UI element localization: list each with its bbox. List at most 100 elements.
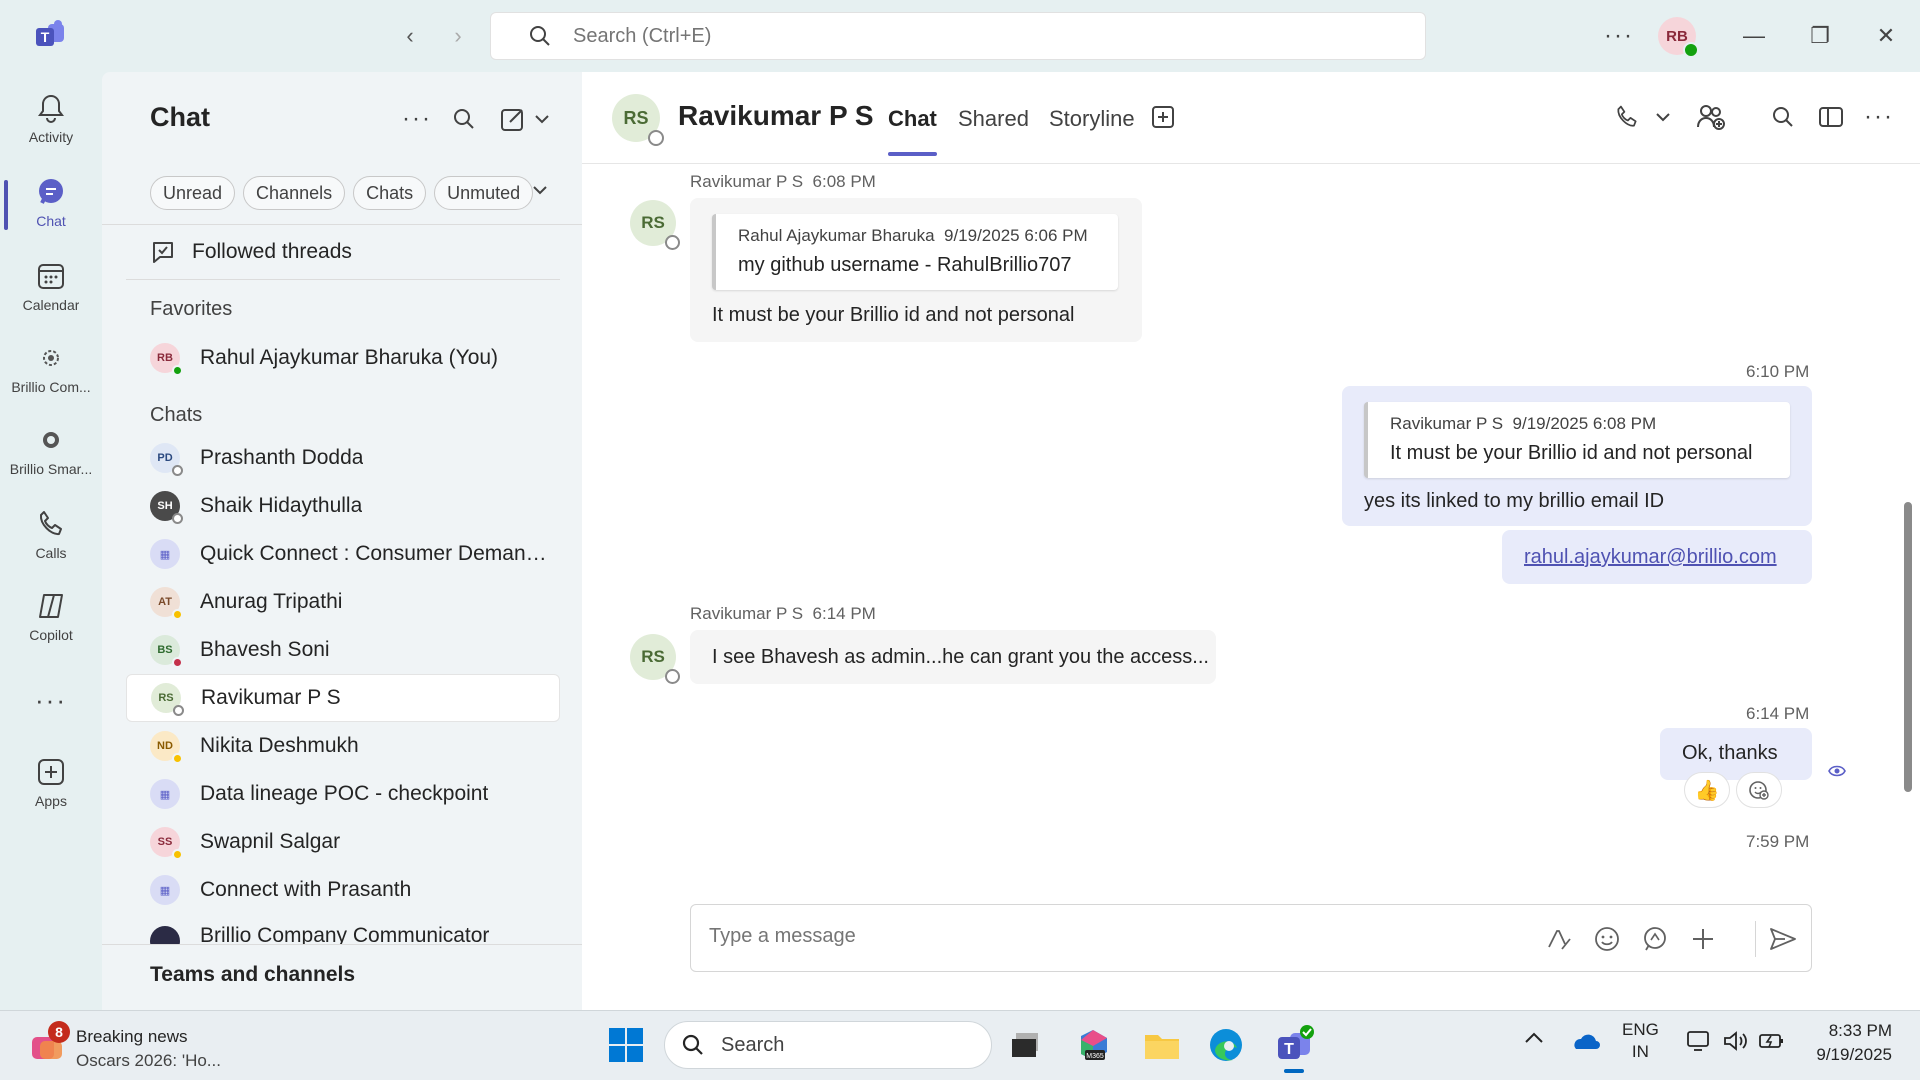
message-input[interactable] [709, 925, 1509, 948]
message-bubble-sent[interactable]: Ok, thanks [1660, 728, 1812, 780]
filter-unmuted[interactable]: Unmuted [434, 176, 534, 210]
email-link[interactable]: rahul.ajaykumar@brillio.com [1524, 546, 1777, 569]
more-options-icon[interactable]: ··· [1862, 100, 1896, 134]
message-bubble[interactable]: I see Bhavesh as admin...he can grant yo… [690, 630, 1216, 684]
chat-item-bhavesh-soni[interactable]: BS Bhavesh Soni [126, 626, 560, 674]
chat-item-prashanth-dodda[interactable]: PD Prashanth Dodda [126, 434, 560, 482]
chat-item-nikita-deshmukh[interactable]: ND Nikita Deshmukh [126, 722, 560, 770]
avatar: SS [150, 827, 183, 860]
format-icon[interactable] [1543, 923, 1575, 955]
quoted-message[interactable]: Ravikumar P S 9/19/2025 6:08 PM It must … [1364, 402, 1790, 478]
system-clock[interactable]: 8:33 PM 9/19/2025 [1792, 1021, 1892, 1065]
volume-icon[interactable] [1722, 1029, 1750, 1058]
contact-avatar[interactable]: RS [612, 94, 664, 146]
battery-icon[interactable] [1758, 1029, 1786, 1058]
favorites-header[interactable]: Favorites [150, 298, 232, 321]
presence-offline-icon [172, 465, 183, 476]
profile-avatar[interactable]: RB [1658, 17, 1699, 58]
bell-icon [34, 91, 68, 125]
add-people-icon[interactable] [1694, 100, 1728, 134]
forward-arrow-icon[interactable]: › [444, 22, 472, 50]
teams-and-channels-section[interactable]: Teams and channels [102, 944, 582, 1010]
sender-avatar[interactable]: RS [630, 200, 680, 250]
chat-item-connect-with-prasanth[interactable]: ▦ Connect with Prasanth [126, 866, 560, 914]
close-icon[interactable]: ✕ [1866, 18, 1906, 54]
settings-more-icon[interactable]: ··· [1604, 22, 1634, 50]
rail-item-activity[interactable]: Activity [0, 78, 102, 158]
teams-logo-icon[interactable]: T [34, 20, 66, 50]
tab-chat[interactable]: Chat [888, 106, 937, 156]
loop-component-icon[interactable] [1639, 923, 1671, 955]
conversation-header: RS Ravikumar P S Chat Shared Storyline ·… [582, 72, 1920, 164]
rail-item-chat[interactable]: Chat [0, 162, 102, 242]
call-options-chevron-down-icon[interactable] [1646, 100, 1680, 134]
message-bubble-sent[interactable]: Ravikumar P S 9/19/2025 6:08 PM It must … [1342, 386, 1812, 526]
teams-taskbar-icon[interactable]: T [1272, 1023, 1316, 1073]
quoted-message[interactable]: Rahul Ajaykumar Bharuka 9/19/2025 6:06 P… [712, 214, 1118, 290]
chevron-down-icon[interactable] [534, 104, 550, 134]
edge-browser-icon[interactable] [1204, 1023, 1248, 1067]
sender-avatar[interactable]: RS [630, 634, 680, 684]
tab-shared[interactable]: Shared [958, 106, 1029, 132]
chat-item-data-lineage-poc[interactable]: ▦ Data lineage POC - checkpoint [126, 770, 560, 818]
thumbs-up-reaction[interactable]: 👍 [1684, 772, 1730, 808]
input-language-indicator[interactable]: ENG IN [1622, 1019, 1659, 1063]
file-explorer-icon[interactable] [1140, 1023, 1184, 1067]
region-code: IN [1631, 1042, 1649, 1061]
pop-out-chat-icon[interactable] [1814, 100, 1848, 134]
rail-item-apps[interactable]: Apps [0, 742, 102, 822]
send-icon[interactable] [1767, 923, 1799, 955]
tab-storyline[interactable]: Storyline [1049, 106, 1135, 132]
filters-chevron-down-icon[interactable] [532, 182, 548, 200]
chat-item-ravikumar-p-s[interactable]: RS Ravikumar P S [126, 674, 560, 722]
add-reaction-icon[interactable] [1736, 772, 1782, 808]
emoji-icon[interactable] [1591, 923, 1623, 955]
add-tab-icon[interactable] [1146, 100, 1180, 134]
microsoft-365-icon[interactable]: M365 [1072, 1023, 1116, 1067]
message-bubble[interactable]: Rahul Ajaykumar Bharuka 9/19/2025 6:06 P… [690, 198, 1142, 342]
chat-item-shaik-hidaythulla[interactable]: SH Shaik Hidaythulla [126, 482, 560, 530]
attach-plus-icon[interactable] [1687, 923, 1719, 955]
rail-item-calendar[interactable]: Calendar [0, 246, 102, 326]
chat-item-swapnil-salgar[interactable]: SS Swapnil Salgar [126, 818, 560, 866]
news-badge: 8 [48, 1021, 70, 1043]
call-icon[interactable] [1610, 100, 1644, 134]
scrollbar[interactable] [1904, 502, 1912, 792]
taskbar-search[interactable]: Search [664, 1021, 992, 1069]
new-chat-icon[interactable] [500, 104, 526, 134]
back-arrow-icon[interactable]: ‹ [396, 22, 424, 50]
filter-chats[interactable]: Chats [353, 176, 427, 210]
chat-name: Bhavesh Soni [200, 638, 330, 661]
rail-item-brillio-smart[interactable]: Brillio Smar... [0, 410, 102, 490]
news-widget[interactable]: 8 Breaking news Oscars 2026: 'Ho... [26, 1021, 266, 1071]
favorite-item[interactable]: RB Rahul Ajaykumar Bharuka (You) [126, 334, 560, 382]
global-search-input[interactable] [573, 24, 1373, 48]
chat-item-brillio-company-communicator[interactable]: Brillio Company Communicator [126, 914, 560, 944]
restore-icon[interactable]: ❐ [1800, 18, 1840, 54]
filter-unread[interactable]: Unread [150, 176, 236, 210]
message-bubble-sent[interactable]: rahul.ajaykumar@brillio.com [1502, 530, 1812, 584]
task-view-icon[interactable] [1004, 1023, 1048, 1067]
chat-item-anurag-tripathi[interactable]: AT Anurag Tripathi [126, 578, 560, 626]
minimize-icon[interactable]: — [1734, 18, 1774, 54]
rail-item-brillio-communicator[interactable]: Brillio Com... [0, 328, 102, 408]
windows-start-icon[interactable] [608, 1027, 644, 1063]
more-options-icon[interactable]: ··· [402, 104, 432, 134]
search-icon[interactable] [452, 104, 476, 134]
more-apps-icon[interactable]: ··· [0, 660, 102, 740]
followed-threads[interactable]: Followed threads [150, 232, 352, 272]
network-icon[interactable] [1686, 1029, 1712, 1058]
quote-meta: Rahul Ajaykumar Bharuka 9/19/2025 6:06 P… [738, 226, 1088, 245]
contact-name[interactable]: Ravikumar P S [678, 100, 874, 132]
onedrive-icon[interactable] [1570, 1031, 1600, 1056]
avatar: RB [150, 343, 183, 376]
rail-item-calls[interactable]: Calls [0, 494, 102, 574]
filter-channels[interactable]: Channels [243, 176, 346, 210]
show-hidden-icons-chevron-up-icon[interactable] [1524, 1029, 1544, 1049]
chat-item-quick-connect[interactable]: ▦ Quick Connect : Consumer Demand ... [126, 530, 560, 578]
search-in-chat-icon[interactable] [1766, 100, 1800, 134]
chats-header[interactable]: Chats [150, 404, 202, 427]
message-composer[interactable] [690, 904, 1812, 972]
rail-item-copilot[interactable]: Copilot [0, 576, 102, 656]
global-search-box[interactable] [490, 12, 1426, 60]
